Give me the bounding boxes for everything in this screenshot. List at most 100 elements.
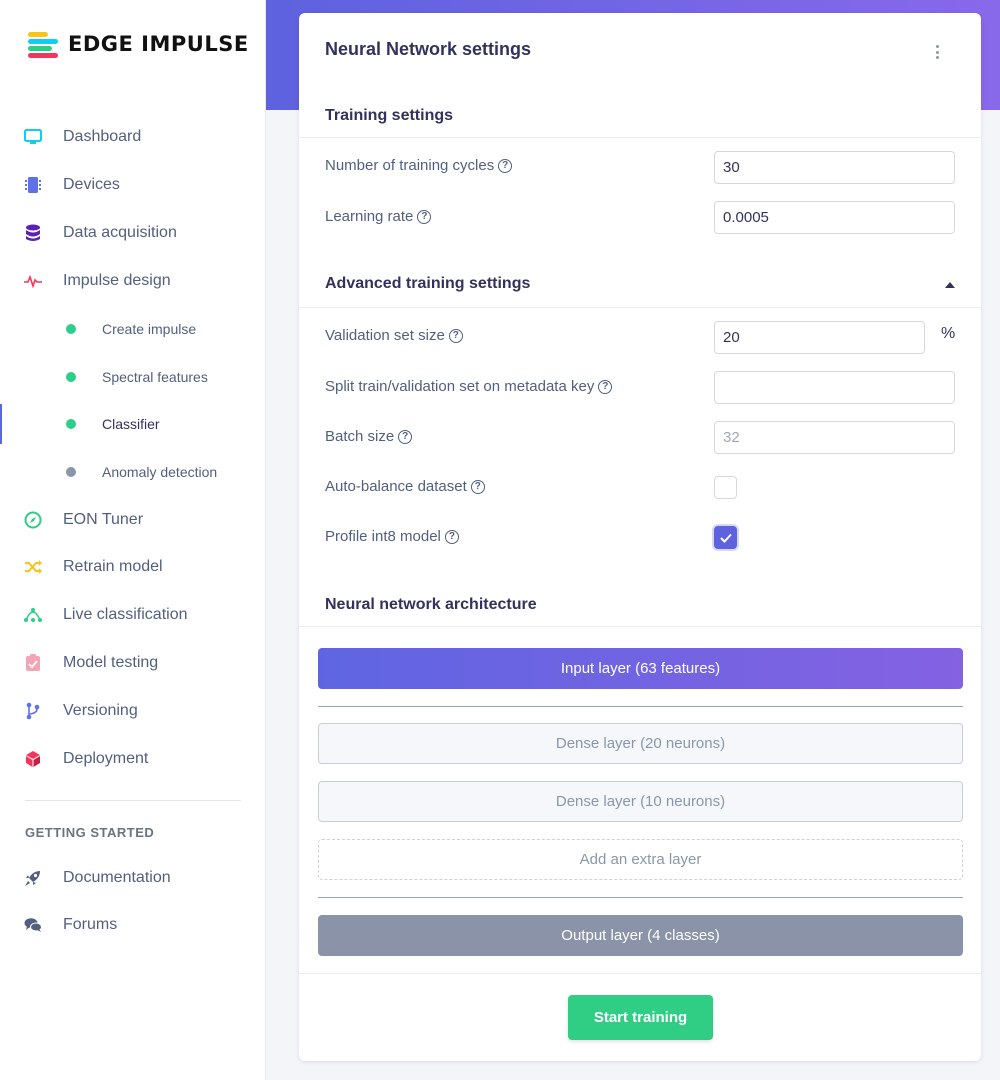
sidebar-item-eon-tuner[interactable]: EON Tuner bbox=[0, 498, 266, 542]
split-metadata-input[interactable] bbox=[714, 371, 955, 404]
training-cycles-input[interactable] bbox=[714, 151, 955, 184]
rocket-icon bbox=[24, 869, 42, 887]
sidebar-item-label: Data acquisition bbox=[63, 224, 177, 241]
logo[interactable]: EDGE IMPULSE bbox=[26, 30, 249, 58]
auto-balance-checkbox[interactable] bbox=[714, 476, 737, 499]
branch-icon bbox=[24, 702, 42, 720]
batch-size-label-text: Batch size bbox=[325, 428, 395, 445]
sidebar-item-documentation[interactable]: Documentation bbox=[0, 856, 266, 900]
card-title: Neural Network settings bbox=[325, 39, 532, 59]
input-layer: Input layer (63 features) bbox=[318, 648, 963, 689]
profile-int8-label-text: Profile int8 model bbox=[325, 528, 441, 545]
sidebar-item-live-classification[interactable]: Live classification bbox=[0, 593, 266, 637]
validation-size-input[interactable] bbox=[714, 321, 925, 354]
pulse-icon bbox=[24, 272, 42, 290]
neural-network-settings-card: Neural Network settings Training setting… bbox=[299, 13, 981, 1061]
add-layer-button[interactable]: Add an extra layer bbox=[318, 839, 963, 880]
profile-int8-label: Profile int8 model? bbox=[325, 528, 459, 545]
divider bbox=[299, 973, 981, 974]
sidebar-item-retrain-model[interactable]: Retrain model bbox=[0, 545, 266, 589]
cube-icon bbox=[24, 750, 42, 768]
dense-layer-2[interactable]: Dense layer (10 neurons) bbox=[318, 781, 963, 822]
validation-size-label-text: Validation set size bbox=[325, 327, 445, 344]
output-layer: Output layer (4 classes) bbox=[318, 915, 963, 956]
split-metadata-label: Split train/validation set on metadata k… bbox=[325, 378, 613, 395]
help-icon[interactable]: ? bbox=[598, 379, 613, 394]
database-icon bbox=[24, 224, 42, 242]
status-dot bbox=[66, 372, 76, 382]
sidebar-item-label: Retrain model bbox=[63, 558, 163, 575]
sidebar-subitem-create-impulse[interactable]: Create impulse bbox=[0, 307, 266, 351]
dense-layer-1[interactable]: Dense layer (20 neurons) bbox=[318, 723, 963, 764]
status-dot bbox=[66, 467, 76, 477]
sidebar-item-label: Versioning bbox=[63, 702, 138, 719]
chip-icon bbox=[24, 176, 42, 194]
network-icon bbox=[24, 606, 42, 624]
checkmark-icon bbox=[719, 533, 732, 543]
layer-separator bbox=[318, 897, 963, 898]
sidebar-item-devices[interactable]: Devices bbox=[0, 163, 266, 207]
sidebar-item-label: Impulse design bbox=[63, 272, 171, 289]
sidebar-item-label: Forums bbox=[63, 916, 118, 933]
percent-unit: % bbox=[941, 325, 956, 342]
sidebar-subitem-label: Spectral features bbox=[102, 369, 208, 385]
learning-rate-input[interactable] bbox=[714, 201, 955, 234]
validation-size-label: Validation set size? bbox=[325, 327, 463, 344]
sidebar-item-label: Deployment bbox=[63, 750, 149, 767]
learning-rate-label-text: Learning rate bbox=[325, 208, 414, 225]
profile-int8-checkbox[interactable] bbox=[714, 526, 737, 549]
sidebar-item-versioning[interactable]: Versioning bbox=[0, 689, 266, 733]
help-icon[interactable]: ? bbox=[498, 158, 513, 173]
split-metadata-label-text: Split train/validation set on metadata k… bbox=[325, 378, 595, 395]
layer-separator bbox=[318, 706, 963, 707]
divider bbox=[299, 307, 981, 308]
training-cycles-label-text: Number of training cycles bbox=[325, 157, 495, 174]
start-training-button[interactable]: Start training bbox=[568, 995, 713, 1040]
advanced-settings-title: Advanced training settings bbox=[325, 275, 531, 292]
sidebar-subitem-anomaly-detection[interactable]: Anomaly detection bbox=[0, 450, 266, 494]
sidebar-item-forums[interactable]: Forums bbox=[0, 903, 266, 947]
sidebar: EDGE IMPULSE Dashboard Devices Data acqu… bbox=[0, 0, 266, 1080]
help-icon[interactable]: ? bbox=[448, 328, 463, 343]
sidebar-item-label: Live classification bbox=[63, 606, 188, 623]
batch-size-input[interactable] bbox=[714, 421, 955, 454]
training-settings-title: Training settings bbox=[325, 107, 454, 124]
sidebar-item-impulse-design[interactable]: Impulse design bbox=[0, 259, 266, 303]
sidebar-subitem-spectral-features[interactable]: Spectral features bbox=[0, 355, 266, 399]
sidebar-item-label: Dashboard bbox=[63, 128, 142, 145]
batch-size-label: Batch size? bbox=[325, 428, 413, 445]
auto-balance-label: Auto-balance dataset? bbox=[325, 478, 485, 495]
sidebar-item-dashboard[interactable]: Dashboard bbox=[0, 115, 266, 159]
sidebar-subitem-classifier[interactable]: Classifier bbox=[0, 402, 266, 446]
help-icon[interactable]: ? bbox=[417, 209, 432, 224]
sidebar-item-label: EON Tuner bbox=[63, 511, 144, 528]
logo-mark-icon bbox=[26, 30, 62, 58]
training-cycles-label: Number of training cycles? bbox=[325, 157, 513, 174]
brand-name: EDGE IMPULSE bbox=[68, 32, 249, 56]
auto-balance-label-text: Auto-balance dataset bbox=[325, 478, 467, 495]
status-dot bbox=[66, 419, 76, 429]
shuffle-icon bbox=[24, 558, 42, 576]
sidebar-item-data-acquisition[interactable]: Data acquisition bbox=[0, 211, 266, 255]
sidebar-subitem-label: Anomaly detection bbox=[102, 464, 218, 480]
learning-rate-label: Learning rate? bbox=[325, 208, 432, 225]
collapse-caret-icon[interactable] bbox=[945, 282, 955, 288]
help-icon[interactable]: ? bbox=[398, 429, 413, 444]
help-icon[interactable]: ? bbox=[444, 529, 459, 544]
sidebar-item-label: Model testing bbox=[63, 654, 159, 671]
help-icon[interactable]: ? bbox=[470, 479, 485, 494]
status-dot bbox=[66, 324, 76, 334]
getting-started-heading: GETTING STARTED bbox=[25, 825, 155, 840]
sidebar-subitem-label: Classifier bbox=[102, 416, 160, 432]
more-options-icon[interactable] bbox=[932, 43, 942, 61]
comments-icon bbox=[24, 916, 42, 934]
divider bbox=[299, 626, 981, 627]
sidebar-item-deployment[interactable]: Deployment bbox=[0, 737, 266, 781]
sidebar-item-label: Documentation bbox=[63, 869, 171, 886]
divider bbox=[299, 137, 981, 138]
sidebar-subitem-label: Create impulse bbox=[102, 321, 197, 337]
compass-icon bbox=[24, 511, 42, 529]
architecture-title: Neural network architecture bbox=[325, 596, 537, 613]
clipboard-check-icon bbox=[24, 654, 42, 672]
sidebar-item-model-testing[interactable]: Model testing bbox=[0, 641, 266, 685]
